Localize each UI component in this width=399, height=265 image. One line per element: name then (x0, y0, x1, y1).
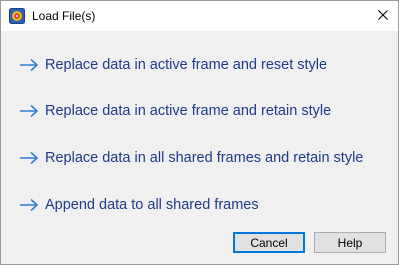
tecplot-icon (9, 8, 25, 24)
arrow-right-icon (19, 104, 39, 118)
title-bar: Load File(s) (1, 1, 398, 31)
option-replace-active-reset[interactable]: Replace data in active frame and reset s… (19, 54, 327, 76)
close-icon (378, 7, 388, 25)
cancel-button[interactable]: Cancel (233, 232, 305, 253)
help-button[interactable]: Help (314, 232, 386, 253)
arrow-right-icon (19, 198, 39, 212)
option-label: Append data to all shared frames (45, 197, 259, 213)
dialog-title: Load File(s) (32, 9, 96, 23)
arrow-right-icon (19, 151, 39, 165)
option-replace-shared-retain[interactable]: Replace data in all shared frames and re… (19, 147, 363, 169)
close-button[interactable] (368, 1, 398, 31)
load-files-dialog: Load File(s) Replace data in active fram… (0, 0, 399, 265)
dialog-body: Replace data in active frame and reset s… (1, 31, 398, 264)
option-label: Replace data in all shared frames and re… (45, 150, 364, 166)
option-label: Replace data in active frame and retain … (45, 103, 332, 119)
option-label: Replace data in active frame and reset s… (45, 57, 328, 73)
option-replace-active-retain[interactable]: Replace data in active frame and retain … (19, 100, 331, 122)
option-append-shared[interactable]: Append data to all shared frames (19, 194, 259, 216)
arrow-right-icon (19, 58, 39, 72)
